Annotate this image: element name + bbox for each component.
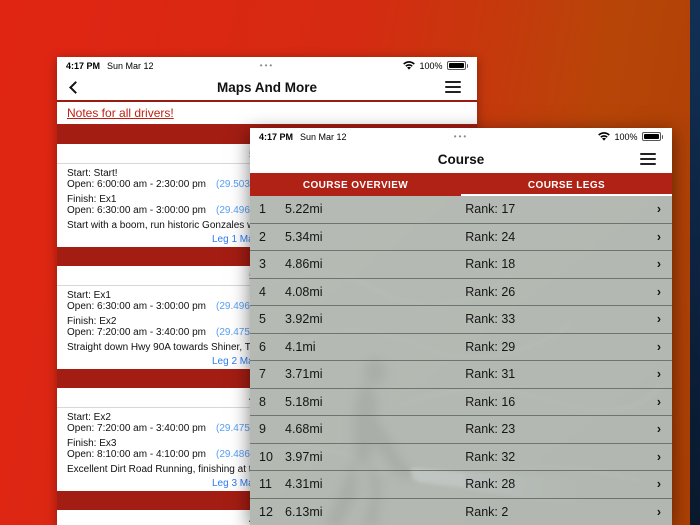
row-number: 10 bbox=[259, 449, 273, 464]
row-number: 7 bbox=[259, 367, 266, 382]
leg-start-open: Open: 6:00:00 am - 2:30:00 pm bbox=[67, 179, 206, 190]
page-title: Course bbox=[437, 151, 485, 167]
row-distance: 6.13mi bbox=[285, 504, 323, 519]
course-leg-row[interactable]: 5 3.92mi Rank: 33 › bbox=[250, 306, 672, 334]
row-number: 12 bbox=[259, 504, 273, 519]
leg-start-label: Start: Ex1 bbox=[67, 290, 111, 301]
battery-percent: 100% bbox=[614, 131, 638, 142]
row-number: 5 bbox=[259, 312, 266, 327]
row-rank: Rank: 32 bbox=[465, 449, 516, 464]
page-title: Maps And More bbox=[216, 79, 317, 95]
leg-finish-open: Open: 7:20:00 am - 3:40:00 pm bbox=[67, 327, 206, 338]
chevron-right-icon: › bbox=[656, 422, 661, 437]
row-distance: 4.1mi bbox=[285, 339, 316, 354]
row-distance: 4.68mi bbox=[285, 422, 323, 437]
status-bar: 4:17 PM Sun Mar 12 ••• 100% bbox=[57, 57, 477, 74]
course-window: 4:17 PM Sun Mar 12 ••• 100% Course COURS… bbox=[250, 128, 672, 525]
course-legs-rows: 1 5.22mi Rank: 17 › 2 5.34mi Rank: 24 › … bbox=[250, 196, 672, 525]
tab-bar: COURSE OVERVIEW COURSE LEGS bbox=[250, 173, 672, 197]
tab-course-overview[interactable]: COURSE OVERVIEW bbox=[250, 173, 461, 197]
course-leg-row[interactable]: 1 5.22mi Rank: 17 › bbox=[250, 196, 672, 224]
leg-finish-open: Open: 8:10:00 am - 4:10:00 pm bbox=[67, 449, 206, 460]
battery-icon bbox=[446, 61, 466, 70]
nav-bar: Maps And More bbox=[57, 74, 477, 102]
row-number: 1 bbox=[259, 202, 266, 217]
leg-finish-open: Open: 6:30:00 am - 3:00:00 pm bbox=[67, 205, 206, 216]
leg-start-open: Open: 7:20:00 am - 3:40:00 pm bbox=[67, 423, 206, 434]
course-leg-row[interactable]: 3 4.86mi Rank: 18 › bbox=[250, 251, 672, 279]
chevron-right-icon: › bbox=[656, 312, 661, 327]
row-number: 6 bbox=[259, 339, 266, 354]
row-distance: 4.31mi bbox=[285, 477, 323, 492]
row-rank: Rank: 29 bbox=[465, 339, 516, 354]
chevron-right-icon: › bbox=[656, 284, 661, 299]
row-number: 4 bbox=[259, 284, 266, 299]
row-rank: Rank: 31 bbox=[465, 367, 516, 382]
course-leg-row[interactable]: 2 5.34mi Rank: 24 › bbox=[250, 223, 672, 251]
row-distance: 3.92mi bbox=[285, 312, 323, 327]
row-rank: Rank: 17 bbox=[465, 202, 516, 217]
leg-start-label: Start: Start! bbox=[67, 168, 118, 179]
course-leg-row[interactable]: 4 4.08mi Rank: 26 › bbox=[250, 278, 672, 306]
course-leg-row[interactable]: 10 3.97mi Rank: 32 › bbox=[250, 443, 672, 471]
menu-button[interactable] bbox=[640, 152, 660, 166]
leg-finish-label: Finish: Ex2 bbox=[67, 316, 117, 327]
desktop-background: 4:17 PM Sun Mar 12 ••• 100% Maps And Mor… bbox=[0, 0, 700, 525]
chevron-right-icon: › bbox=[656, 339, 661, 354]
chevron-right-icon: › bbox=[656, 202, 661, 217]
wifi-icon bbox=[598, 132, 611, 141]
course-leg-row[interactable]: 7 3.71mi Rank: 31 › bbox=[250, 361, 672, 389]
row-distance: 3.97mi bbox=[285, 449, 323, 464]
row-number: 8 bbox=[259, 394, 266, 409]
leg-start-label: Start: Ex2 bbox=[67, 412, 111, 423]
chevron-right-icon: › bbox=[656, 257, 661, 272]
row-number: 11 bbox=[259, 477, 272, 492]
chevron-left-icon bbox=[69, 80, 82, 94]
notes-for-drivers-link[interactable]: Notes for all drivers! bbox=[67, 106, 174, 120]
leg-finish-label: Finish: Ex1 bbox=[67, 194, 117, 205]
chevron-right-icon: › bbox=[656, 229, 661, 244]
back-button[interactable] bbox=[69, 77, 89, 97]
battery-percent: 100% bbox=[419, 60, 443, 71]
wifi-icon bbox=[403, 61, 416, 70]
course-leg-row[interactable]: 8 5.18mi Rank: 16 › bbox=[250, 388, 672, 416]
row-rank: Rank: 33 bbox=[465, 312, 516, 327]
battery-icon bbox=[641, 132, 661, 141]
chevron-right-icon: › bbox=[656, 394, 661, 409]
row-distance: 4.08mi bbox=[285, 284, 323, 299]
row-rank: Rank: 23 bbox=[465, 422, 516, 437]
hamburger-icon bbox=[445, 81, 461, 93]
notes-row: Notes for all drivers! bbox=[57, 102, 477, 125]
leg-start-open: Open: 6:30:00 am - 3:00:00 pm bbox=[67, 301, 206, 312]
course-leg-row[interactable]: 11 4.31mi Rank: 28 › bbox=[250, 471, 672, 499]
chevron-right-icon: › bbox=[656, 367, 661, 382]
course-leg-row[interactable]: 12 6.13mi Rank: 2 › bbox=[250, 498, 672, 525]
row-rank: Rank: 26 bbox=[465, 284, 516, 299]
row-distance: 5.22mi bbox=[285, 202, 323, 217]
chevron-right-icon: › bbox=[656, 504, 661, 519]
nav-bar: Course bbox=[250, 145, 672, 173]
menu-button[interactable] bbox=[445, 80, 465, 94]
row-rank: Rank: 18 bbox=[465, 257, 516, 272]
row-rank: Rank: 16 bbox=[465, 394, 516, 409]
row-rank: Rank: 2 bbox=[465, 504, 509, 519]
hamburger-icon bbox=[640, 153, 656, 165]
leg-finish-label: Finish: Ex3 bbox=[67, 438, 117, 449]
row-distance: 3.71mi bbox=[285, 367, 323, 382]
chevron-right-icon: › bbox=[656, 477, 661, 492]
row-rank: Rank: 24 bbox=[465, 229, 516, 244]
row-number: 3 bbox=[259, 257, 266, 272]
row-number: 2 bbox=[259, 229, 266, 244]
row-distance: 4.86mi bbox=[285, 257, 323, 272]
course-leg-row[interactable]: 6 4.1mi Rank: 29 › bbox=[250, 333, 672, 361]
screen-edge-strip bbox=[690, 0, 700, 525]
row-number: 9 bbox=[259, 422, 266, 437]
course-legs-table: 1 5.22mi Rank: 17 › 2 5.34mi Rank: 24 › … bbox=[250, 196, 672, 525]
course-leg-row[interactable]: 9 4.68mi Rank: 23 › bbox=[250, 416, 672, 444]
status-bar: 4:17 PM Sun Mar 12 ••• 100% bbox=[250, 128, 672, 145]
row-rank: Rank: 28 bbox=[465, 477, 516, 492]
chevron-right-icon: › bbox=[656, 449, 661, 464]
row-distance: 5.34mi bbox=[285, 229, 323, 244]
row-distance: 5.18mi bbox=[285, 394, 323, 409]
